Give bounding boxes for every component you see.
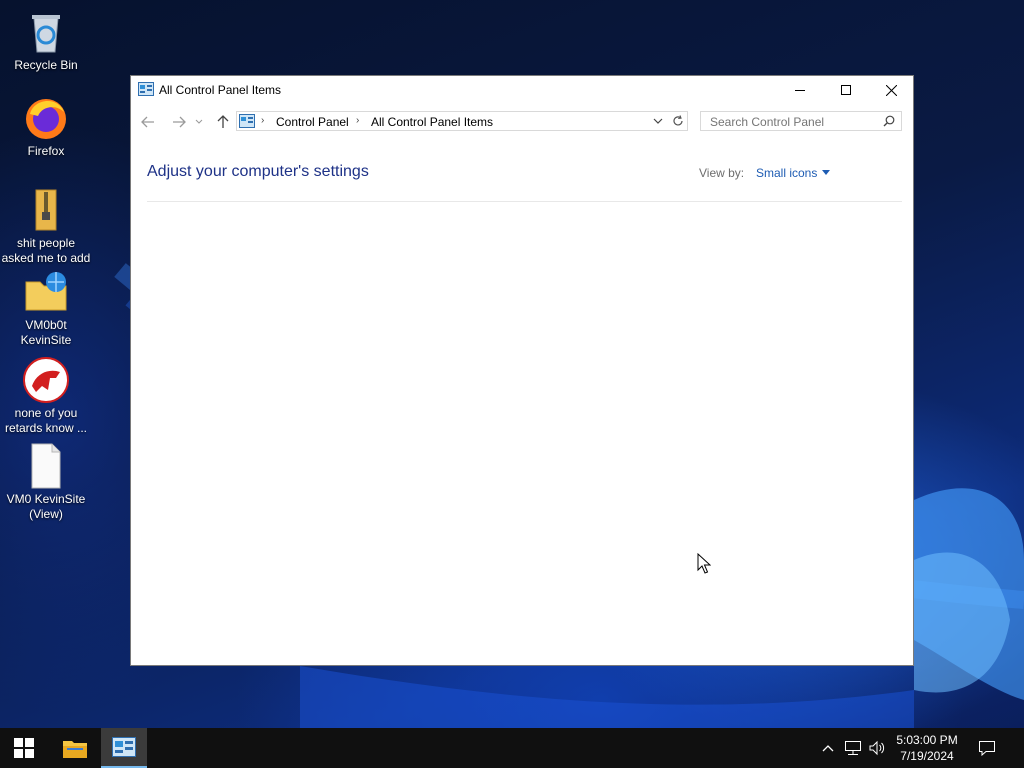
forward-button[interactable]	[170, 113, 188, 131]
recent-locations-button[interactable]	[194, 113, 204, 131]
desktop-icon-label: Firefox	[27, 144, 65, 158]
search-input[interactable]	[708, 113, 882, 131]
back-button[interactable]	[139, 113, 157, 131]
arrow-up-icon	[217, 115, 229, 128]
action-center-button[interactable]	[972, 728, 1002, 768]
view-by-dropdown[interactable]: Small icons	[756, 166, 817, 180]
maximize-button[interactable]	[823, 76, 869, 104]
desktop-icon-label: shit people asked me to add	[1, 236, 91, 265]
breadcrumb-all-items[interactable]: All Control Panel Items	[371, 115, 493, 129]
taskbar-clock[interactable]: 5:03:00 PM 7/19/2024	[893, 732, 961, 764]
chevron-down-icon	[195, 119, 203, 124]
caret-down-icon[interactable]	[822, 170, 830, 175]
control-panel-window[interactable]: All Control Panel Items › Control Panel …	[130, 75, 914, 666]
arrow-right-icon	[173, 116, 186, 128]
clock-date: 7/19/2024	[900, 749, 954, 763]
control-panel-icon	[112, 737, 136, 757]
chevron-up-icon	[822, 745, 834, 752]
address-dropdown-button[interactable]	[648, 111, 668, 131]
title-bar[interactable]: All Control Panel Items	[131, 76, 913, 104]
maximize-icon	[841, 85, 851, 95]
breadcrumb-separator[interactable]: ›	[356, 115, 359, 126]
firefox-icon	[26, 99, 66, 139]
taskbar: 5:03:00 PM 7/19/2024	[0, 728, 1024, 768]
address-bar[interactable]: › Control Panel › All Control Panel Item…	[236, 111, 688, 131]
breadcrumb-separator[interactable]: ›	[261, 115, 264, 126]
notification-icon	[979, 741, 995, 756]
volume-tray-button[interactable]	[866, 728, 888, 768]
network-tray-button[interactable]	[842, 728, 864, 768]
control-panel-icon	[138, 82, 154, 96]
up-button[interactable]	[214, 113, 232, 131]
minimize-button[interactable]	[777, 76, 823, 104]
app-dinosaur-icon	[23, 357, 69, 403]
close-button[interactable]	[868, 76, 914, 104]
desktop-icon-label: VM0b0t KevinSite	[20, 318, 72, 347]
header-divider	[147, 201, 902, 202]
show-hidden-icons-button[interactable]	[818, 728, 838, 768]
address-toolbar: › Control Panel › All Control Panel Item…	[131, 110, 913, 134]
refresh-button[interactable]	[668, 111, 688, 131]
desktop-icon-label: VM0 KevinSite (View)	[6, 492, 86, 521]
network-folder-icon	[25, 272, 67, 311]
taskbar-file-explorer[interactable]	[52, 728, 98, 768]
arrow-left-icon	[141, 116, 154, 128]
network-icon	[845, 741, 861, 755]
mouse-cursor-icon	[697, 553, 711, 574]
desktop-icon-vm0-kevinsite-view[interactable]: VM0 KevinSite (View)	[0, 442, 92, 522]
desktop-icon-vm0b0t-kevinsite[interactable]: VM0b0t KevinSite	[0, 268, 92, 348]
chevron-down-icon	[653, 118, 663, 124]
speaker-icon	[869, 740, 885, 756]
desktop-icon-none-of-you[interactable]: none of you retards know ...	[0, 356, 92, 436]
refresh-icon	[672, 115, 683, 126]
control-panel-icon	[239, 114, 255, 128]
page-heading: Adjust your computer's settings	[147, 163, 369, 180]
search-icon	[883, 115, 895, 127]
desktop-icon-recycle-bin[interactable]: Recycle Bin	[0, 8, 92, 73]
search-box[interactable]	[700, 111, 902, 131]
desktop-icon-folder[interactable]: shit people asked me to add	[0, 186, 92, 266]
desktop-icon-firefox[interactable]: Firefox	[0, 94, 92, 159]
desktop-icon-label: Recycle Bin	[14, 58, 78, 72]
start-button[interactable]	[0, 728, 48, 768]
taskbar-control-panel[interactable]	[101, 728, 147, 768]
windows-logo-icon	[14, 738, 34, 758]
folder-icon	[63, 741, 87, 758]
window-title: All Control Panel Items	[159, 83, 282, 97]
breadcrumb-control-panel[interactable]: Control Panel	[276, 115, 349, 129]
recycle-bin-icon	[32, 15, 60, 53]
clock-time: 5:03:00 PM	[896, 733, 958, 747]
blank-file-icon	[31, 443, 61, 489]
minimize-icon	[795, 90, 805, 91]
zip-folder-icon	[35, 189, 57, 231]
view-by-label: View by:	[699, 166, 745, 180]
desktop-icon-label: none of you retards know ...	[4, 406, 88, 435]
close-icon	[885, 84, 897, 96]
